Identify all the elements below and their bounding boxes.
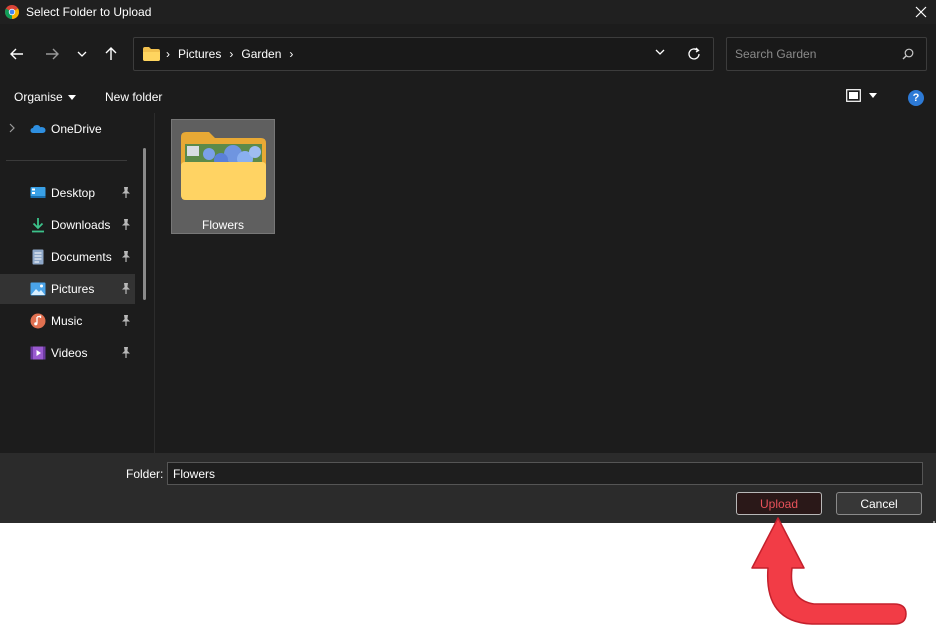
refresh-icon[interactable]	[687, 47, 701, 61]
close-icon	[915, 6, 927, 18]
search-box[interactable]	[726, 37, 927, 71]
chevron-down-icon[interactable]	[655, 49, 665, 55]
pin-icon[interactable]	[121, 251, 131, 262]
sidebar-item-documents[interactable]: Documents	[0, 242, 135, 272]
search-input[interactable]	[735, 47, 895, 61]
arrow-right-icon	[46, 48, 59, 60]
folder-name-input[interactable]	[167, 462, 923, 485]
music-icon	[30, 313, 46, 329]
sidebar-item-label: Desktop	[51, 186, 96, 200]
documents-icon	[32, 249, 44, 265]
pin-icon[interactable]	[121, 219, 131, 230]
folder-item-flowers[interactable]: Flowers	[171, 119, 275, 234]
command-bar: Organise New folder ?	[0, 82, 936, 112]
folder-thumbnail-icon	[181, 132, 266, 200]
forward-button[interactable]	[41, 43, 63, 65]
caret-down-icon	[67, 94, 76, 100]
onedrive-icon	[30, 125, 46, 133]
breadcrumb-separator[interactable]: ›	[166, 47, 170, 61]
desktop-icon	[30, 187, 46, 198]
chevron-down-icon	[77, 51, 87, 57]
sidebar-item-onedrive[interactable]: OneDrive	[0, 114, 135, 144]
new-folder-button[interactable]: New folder	[105, 90, 162, 104]
downloads-icon	[32, 218, 44, 233]
sidebar-item-desktop[interactable]: Desktop	[0, 178, 135, 208]
sidebar-divider	[6, 160, 127, 161]
sidebar-item-label: Pictures	[51, 282, 95, 296]
navigation-bar: › Pictures › Garden ›	[0, 30, 936, 78]
sidebar-item-label: OneDrive	[51, 122, 102, 136]
organise-menu-button[interactable]: Organise	[14, 90, 76, 104]
window-title: Select Folder to Upload	[26, 5, 152, 19]
pin-icon[interactable]	[121, 283, 131, 294]
folder-item-label: Flowers	[201, 218, 244, 232]
breadcrumb-separator[interactable]: ›	[229, 47, 233, 61]
help-button[interactable]: ?	[908, 90, 924, 106]
pin-icon[interactable]	[121, 347, 131, 358]
chevron-right-icon[interactable]	[9, 123, 15, 133]
recent-locations-button[interactable]	[71, 43, 93, 65]
organise-label: Organise	[14, 90, 63, 104]
address-bar[interactable]: › Pictures › Garden ›	[133, 37, 714, 71]
chrome-icon	[5, 5, 19, 19]
sidebar-item-pictures[interactable]: Pictures	[0, 274, 135, 304]
breadcrumb-pictures[interactable]: Pictures	[178, 47, 221, 61]
resize-grip-icon[interactable]	[931, 519, 935, 523]
up-button[interactable]	[100, 43, 122, 65]
title-bar: Select Folder to Upload	[0, 0, 936, 24]
file-list: Flowers	[156, 113, 936, 453]
pin-icon[interactable]	[121, 315, 131, 326]
caret-down-icon	[869, 93, 877, 98]
breadcrumb-separator[interactable]: ›	[289, 47, 293, 61]
folder-icon	[143, 47, 160, 61]
sidebar-scrollbar[interactable]	[143, 148, 146, 300]
arrow-up-icon	[105, 47, 117, 60]
sidebar-item-videos[interactable]: Videos	[0, 338, 135, 368]
view-options-button[interactable]	[846, 89, 877, 102]
pin-icon[interactable]	[121, 187, 131, 198]
search-icon[interactable]	[902, 48, 914, 60]
annotation-arrow-icon	[751, 517, 907, 625]
sidebar-item-downloads[interactable]: Downloads	[0, 210, 135, 240]
sidebar-item-label: Downloads	[51, 218, 111, 232]
arrow-left-icon	[10, 48, 23, 60]
breadcrumb: › Pictures › Garden ›	[166, 47, 301, 61]
pictures-icon	[30, 282, 46, 296]
close-button[interactable]	[906, 0, 936, 24]
folder-field-label: Folder:	[126, 467, 164, 481]
videos-icon	[30, 346, 46, 360]
sidebar-item-label: Documents	[51, 250, 112, 264]
sidebar-item-label: Music	[51, 314, 83, 328]
navigation-pane: OneDrive Desktop Downloads Documents Pic…	[0, 113, 155, 453]
folder-picker-dialog: Select Folder to Upload › Pictures › Gar…	[0, 0, 936, 523]
breadcrumb-garden[interactable]: Garden	[241, 47, 281, 61]
back-button[interactable]	[6, 43, 28, 65]
sidebar-item-music[interactable]: Music	[0, 306, 135, 336]
view-pane-icon	[846, 89, 861, 102]
sidebar-item-label: Videos	[51, 346, 88, 360]
